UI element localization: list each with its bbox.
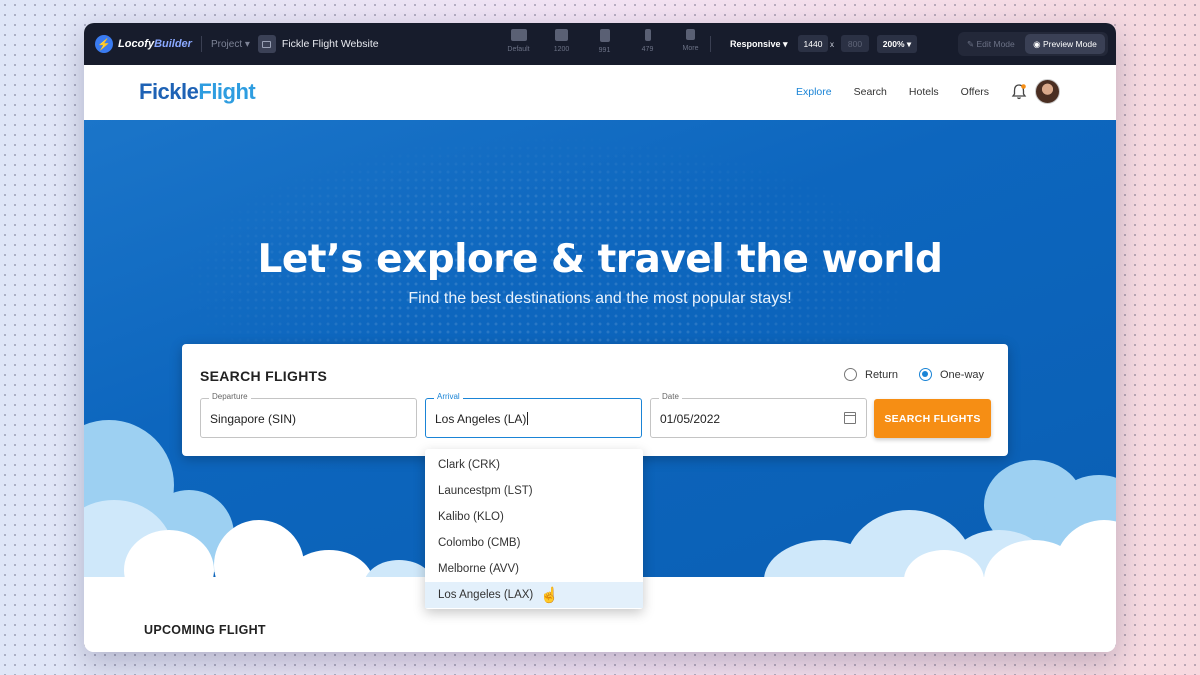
- dropdown-option[interactable]: Clark (CRK): [425, 452, 643, 478]
- search-flights-button[interactable]: SEARCH FLIGHTS: [874, 399, 991, 438]
- height-input[interactable]: 800: [841, 35, 869, 52]
- departure-value: Singapore (SIN): [210, 412, 297, 426]
- nav-search[interactable]: Search: [854, 86, 887, 98]
- departure-field[interactable]: Departure Singapore (SIN): [200, 392, 417, 438]
- edit-mode-button[interactable]: ✎ Edit Mode: [967, 39, 1015, 50]
- responsive-select[interactable]: Responsive ▾: [730, 39, 788, 50]
- arrival-value: Los Angeles (LA): [435, 412, 527, 426]
- device-switcher: Default 1200 991 479 More: [497, 29, 712, 54]
- arrival-dropdown: Clark (CRK) Launcestpm (LST) Kalibo (KLO…: [425, 449, 643, 609]
- radio-one-way[interactable]: One-way: [919, 368, 984, 381]
- date-value: 01/05/2022: [660, 412, 721, 426]
- project-label[interactable]: Project ▾: [211, 39, 250, 50]
- main-nav: Explore Search Hotels Offers: [796, 86, 1011, 98]
- date-field[interactable]: Date 01/05/2022: [650, 392, 867, 438]
- dropdown-option[interactable]: Launcestpm (LST): [425, 478, 643, 504]
- dropdown-option-highlighted[interactable]: Los Angeles (LAX): [425, 582, 643, 608]
- dropdown-option[interactable]: Kalibo (KLO): [425, 504, 643, 530]
- search-card-title: SEARCH FLIGHTS: [200, 368, 328, 384]
- radio-return[interactable]: Return: [844, 368, 898, 381]
- avatar[interactable]: [1035, 79, 1060, 104]
- hero-title: Let’s explore & travel the world: [257, 237, 943, 282]
- project-name: Fickle Flight Website: [281, 38, 379, 50]
- nav-offers[interactable]: Offers: [961, 86, 989, 98]
- browser-frame: ⚡ LocofyBuilder Project ▾ Fickle Flight …: [84, 23, 1116, 652]
- phone-icon: [644, 29, 651, 41]
- device-1200[interactable]: 1200: [540, 29, 583, 54]
- divider: [710, 36, 711, 52]
- preview-mode-button[interactable]: ◉ Preview Mode: [1025, 34, 1105, 54]
- dropdown-option[interactable]: Colombo (CMB): [425, 530, 643, 556]
- text-caret: [527, 412, 529, 425]
- device-479[interactable]: 479: [626, 29, 669, 54]
- device-default[interactable]: Default: [497, 29, 540, 54]
- laptop-icon: [555, 29, 568, 41]
- nav-explore[interactable]: Explore: [796, 86, 832, 98]
- calendar-icon[interactable]: [844, 412, 856, 424]
- device-991[interactable]: 991: [583, 29, 626, 54]
- bolt-icon: ⚡: [95, 35, 113, 53]
- hero-subtitle: Find the best destinations and the most …: [408, 290, 792, 307]
- dimension-separator: x: [830, 40, 834, 49]
- site-logo[interactable]: FickleFlight: [139, 79, 256, 105]
- bell-icon[interactable]: [1010, 83, 1028, 101]
- builder-toolbar: ⚡ LocofyBuilder Project ▾ Fickle Flight …: [84, 23, 1116, 65]
- radio-selected-icon: [919, 368, 932, 381]
- desktop-icon: [510, 29, 527, 41]
- more-icon: [686, 29, 695, 40]
- builder-logo: ⚡ LocofyBuilder: [95, 35, 192, 53]
- hand-cursor-icon: ☝: [540, 587, 559, 604]
- arrival-field[interactable]: Arrival Los Angeles (LA): [425, 392, 642, 438]
- zoom-select[interactable]: 200% ▾: [877, 35, 917, 53]
- divider: [200, 36, 202, 52]
- mode-toggle: ✎ Edit Mode ◉ Preview Mode: [958, 32, 1108, 56]
- device-more[interactable]: More: [669, 29, 712, 54]
- logo-name: Locofy: [118, 38, 155, 50]
- upcoming-flight-heading: UPCOMING FLIGHT: [144, 623, 266, 637]
- nav-hotels[interactable]: Hotels: [909, 86, 939, 98]
- search-flights-card: SEARCH FLIGHTS Return One-way Departure …: [182, 344, 1008, 456]
- width-input[interactable]: 1440: [798, 35, 828, 52]
- site-header: FickleFlight Explore Search Hotels Offer…: [84, 65, 1116, 120]
- tablet-icon: [599, 29, 610, 42]
- dropdown-option[interactable]: Melborne (AVV): [425, 556, 643, 582]
- monitor-icon: [257, 35, 276, 53]
- logo-suffix: Builder: [154, 38, 192, 50]
- radio-circle-icon: [844, 368, 857, 381]
